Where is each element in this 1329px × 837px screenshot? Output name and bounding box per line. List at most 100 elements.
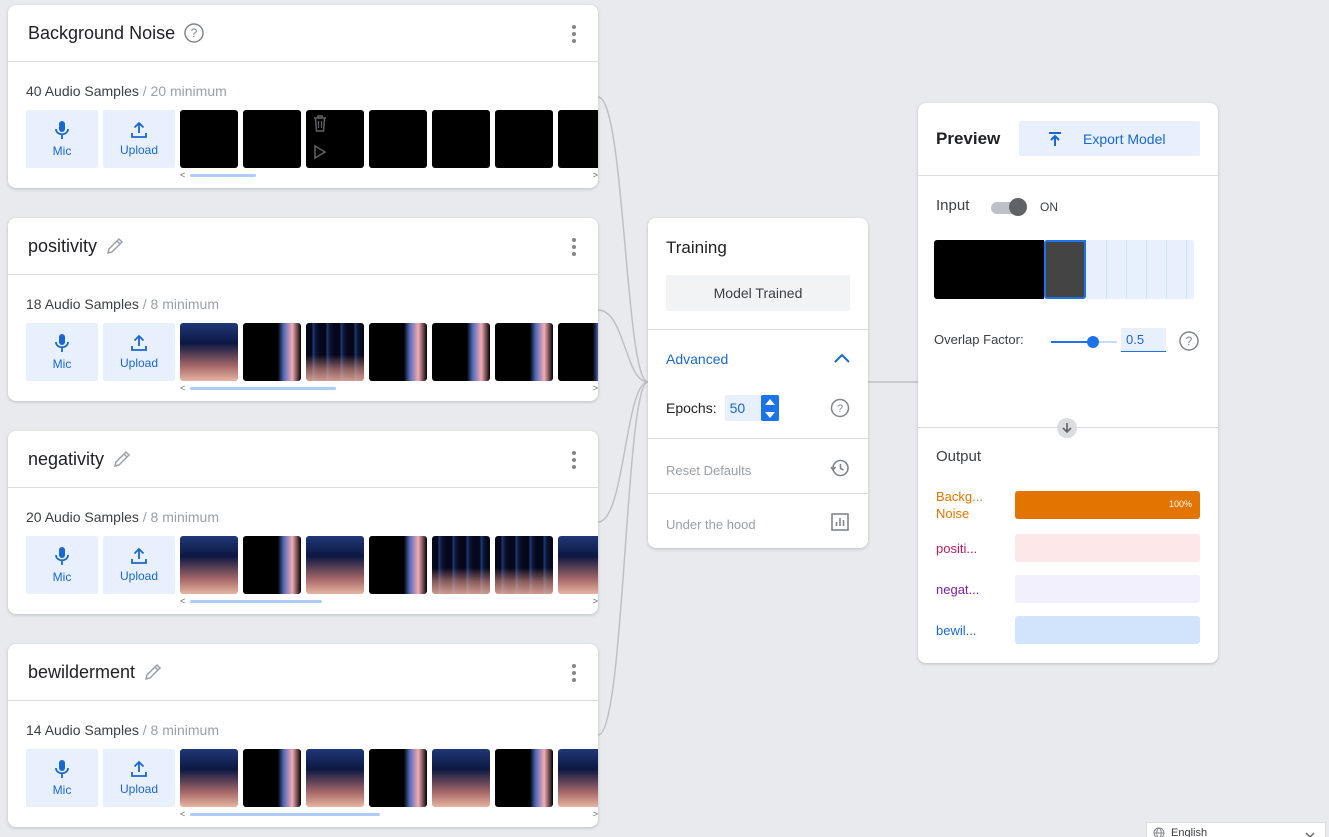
audio-sample-thumbnail[interactable] — [369, 536, 427, 594]
pencil-icon[interactable] — [143, 662, 163, 682]
audio-sample-thumbnail[interactable] — [243, 110, 301, 168]
audio-sample-thumbnail[interactable] — [495, 110, 553, 168]
help-icon[interactable]: ? — [1178, 330, 1200, 352]
audio-sample-thumbnail[interactable] — [495, 536, 553, 594]
chevron-left-icon[interactable]: < — [180, 809, 185, 819]
audio-sample-thumbnail[interactable] — [495, 749, 553, 807]
mic-button[interactable]: Mic — [26, 323, 98, 381]
audio-sample-thumbnail[interactable] — [432, 323, 490, 381]
audio-sample-thumbnail[interactable] — [180, 749, 238, 807]
sample-scrollbar[interactable]: < > — [180, 596, 598, 606]
chevron-right-icon[interactable]: > — [593, 170, 598, 180]
under-the-hood-button[interactable]: Under the hood — [666, 512, 850, 537]
preview-title: Preview — [936, 129, 1001, 148]
sample-scrollbar[interactable]: < > — [180, 809, 598, 819]
audio-sample-thumbnail[interactable] — [432, 536, 490, 594]
audio-sample-thumbnail[interactable] — [306, 110, 364, 168]
audio-sample-thumbnail[interactable] — [306, 323, 364, 381]
class-name[interactable]: negativity — [28, 449, 104, 470]
audio-sample-thumbnail[interactable] — [243, 749, 301, 807]
scrollbar-thumb[interactable] — [190, 174, 256, 177]
more-options-icon[interactable] — [572, 25, 576, 43]
chevron-left-icon[interactable]: < — [180, 383, 185, 393]
spectrogram-recorded — [934, 240, 1044, 299]
audio-sample-thumbnail[interactable] — [180, 110, 238, 168]
playhead — [1084, 240, 1086, 296]
output-confidence-bar — [1015, 616, 1200, 644]
chevron-right-icon[interactable]: > — [593, 596, 598, 606]
upload-icon — [131, 547, 147, 564]
audio-sample-thumbnail[interactable] — [432, 110, 490, 168]
pencil-icon[interactable] — [105, 236, 125, 256]
globe-icon — [1153, 827, 1165, 837]
audio-sample-thumbnail[interactable] — [243, 536, 301, 594]
overlap-factor-input[interactable]: 0.5 — [1121, 328, 1166, 352]
output-confidence-bar: 100% — [1015, 491, 1200, 519]
class-name[interactable]: positivity — [28, 236, 97, 257]
epochs-input[interactable]: 50 — [724, 395, 779, 421]
language-label: English — [1171, 827, 1208, 837]
reset-defaults-button[interactable]: Reset Defaults — [666, 458, 850, 483]
output-class-name: bewil... — [936, 622, 977, 638]
slider-thumb[interactable] — [1087, 336, 1099, 348]
class-name[interactable]: bewilderment — [28, 662, 135, 683]
sample-scrollbar[interactable]: < > — [180, 383, 598, 393]
more-options-icon[interactable] — [572, 664, 576, 682]
audio-sample-thumbnail[interactable] — [558, 536, 598, 594]
upload-button[interactable]: Upload — [103, 323, 175, 381]
chevron-left-icon[interactable]: < — [180, 596, 185, 606]
mic-button[interactable]: Mic — [26, 110, 98, 168]
more-options-icon[interactable] — [572, 238, 576, 256]
class-name[interactable]: Background Noise — [28, 23, 175, 44]
stepper-up-icon[interactable] — [764, 398, 775, 405]
audio-sample-thumbnail[interactable] — [558, 749, 598, 807]
export-model-button[interactable]: Export Model — [1019, 121, 1200, 156]
help-icon[interactable]: ? — [183, 22, 205, 44]
class-card: bewilderment 14 Audio Samples / 8 minimum… — [8, 644, 598, 827]
upload-button[interactable]: Upload — [103, 749, 175, 807]
audio-sample-thumbnail[interactable] — [495, 323, 553, 381]
grid-line — [1126, 240, 1127, 299]
audio-sample-thumbnail[interactable] — [369, 323, 427, 381]
audio-sample-thumbnail[interactable] — [369, 749, 427, 807]
upload-button[interactable]: Upload — [103, 536, 175, 594]
scrollbar-thumb[interactable] — [190, 600, 322, 603]
audio-sample-thumbnail[interactable] — [306, 749, 364, 807]
chevron-right-icon[interactable]: > — [593, 383, 598, 393]
more-options-icon[interactable] — [572, 451, 576, 469]
audio-sample-thumbnail[interactable] — [306, 536, 364, 594]
scrollbar-thumb[interactable] — [190, 387, 336, 390]
scrollbar-thumb[interactable] — [190, 813, 380, 816]
output-class-name: negat... — [936, 581, 980, 597]
divider — [648, 493, 868, 494]
train-model-button[interactable]: Model Trained — [666, 275, 850, 311]
audio-sample-thumbnail[interactable] — [180, 323, 238, 381]
input-toggle[interactable] — [991, 198, 1027, 216]
sample-scrollbar[interactable]: < > — [180, 170, 598, 180]
chevron-left-icon[interactable]: < — [180, 170, 185, 180]
sample-thumbnails — [180, 749, 598, 807]
overlap-factor-slider[interactable] — [1051, 335, 1117, 349]
output-class-name: Backg... Noise — [936, 489, 983, 521]
audio-sample-thumbnail[interactable] — [432, 749, 490, 807]
mic-button[interactable]: Mic — [26, 749, 98, 807]
audio-sample-thumbnail[interactable] — [369, 110, 427, 168]
pencil-icon[interactable] — [112, 449, 132, 469]
mic-button[interactable]: Mic — [26, 536, 98, 594]
language-selector[interactable]: English — [1146, 822, 1326, 837]
audio-sample-thumbnail[interactable] — [558, 323, 598, 381]
epochs-stepper[interactable] — [760, 395, 779, 421]
class-header: positivity — [8, 218, 598, 275]
advanced-toggle[interactable]: Advanced — [666, 350, 850, 368]
upload-button[interactable]: Upload — [103, 110, 175, 168]
output-row: Backg... Noise 100% — [936, 488, 1200, 522]
connector-line-bewilderment — [597, 381, 649, 736]
audio-sample-thumbnail[interactable] — [243, 323, 301, 381]
play-icon[interactable] — [312, 144, 328, 160]
chevron-right-icon[interactable]: > — [593, 809, 598, 819]
delete-icon[interactable] — [312, 114, 328, 132]
help-icon[interactable]: ? — [830, 398, 850, 418]
audio-sample-thumbnail[interactable] — [180, 536, 238, 594]
stepper-down-icon[interactable] — [764, 411, 775, 418]
audio-sample-thumbnail[interactable] — [558, 110, 598, 168]
